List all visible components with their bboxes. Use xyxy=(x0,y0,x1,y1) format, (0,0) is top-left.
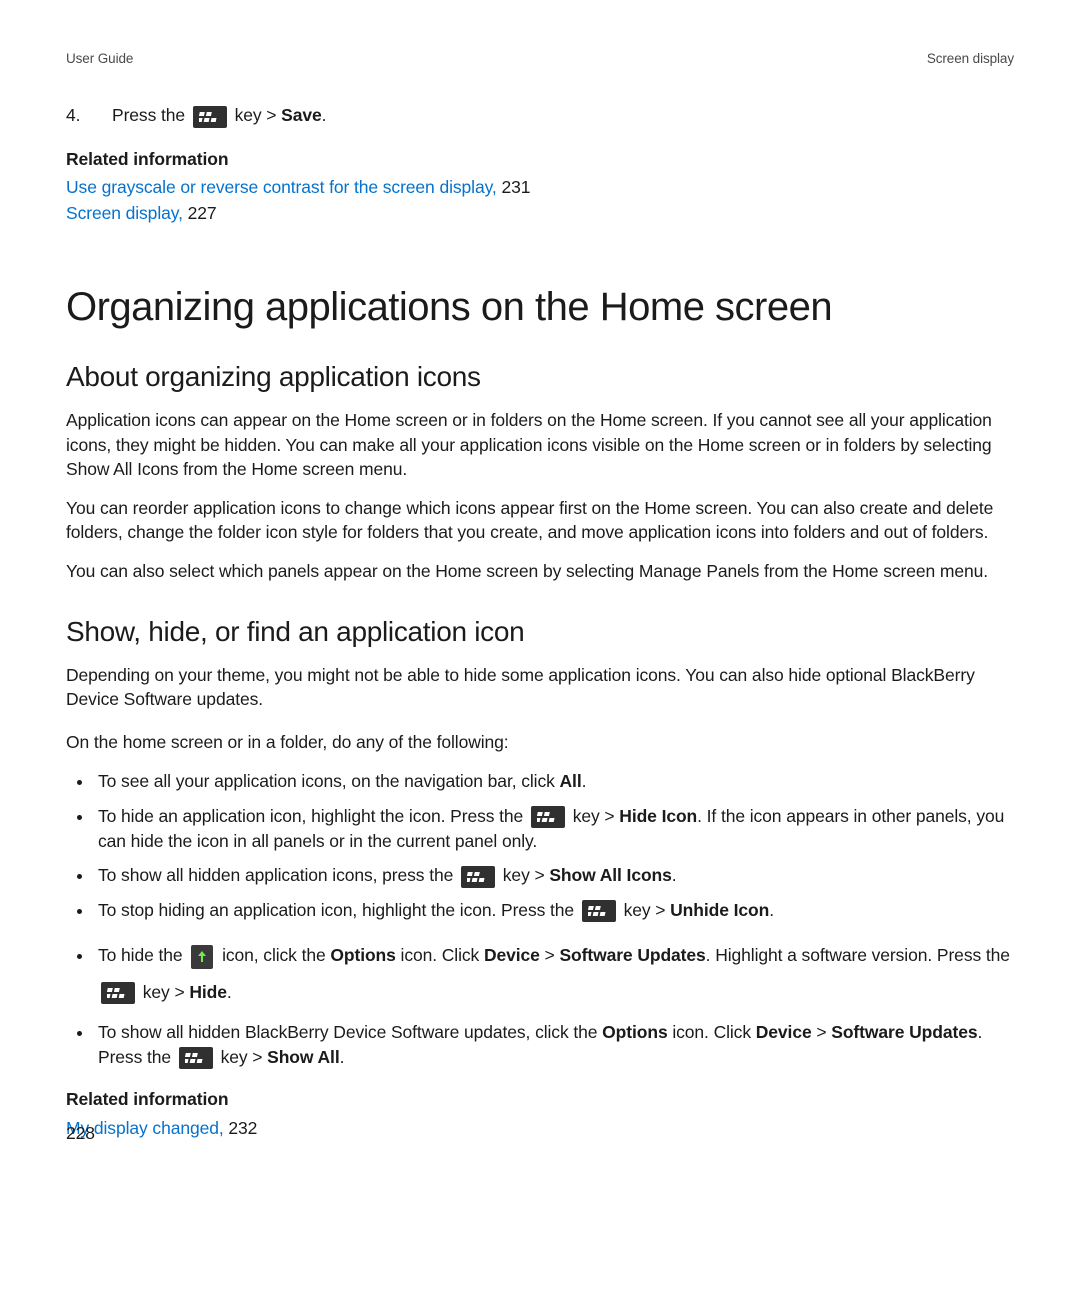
related-link-screen-display[interactable]: Screen display, xyxy=(66,203,183,223)
section-heading-about: About organizing application icons xyxy=(66,358,1014,396)
list-item: To see all your application icons, on th… xyxy=(94,768,1014,794)
list-item: To hide the icon, click the Options icon… xyxy=(94,937,1014,1011)
header-left: User Guide xyxy=(66,50,133,68)
instruction-list: To see all your application icons, on th… xyxy=(66,768,1014,1070)
related-info-list: Use grayscale or reverse contrast for th… xyxy=(66,175,1014,226)
running-header: User Guide Screen display xyxy=(66,50,1014,68)
blackberry-menu-key-icon xyxy=(582,900,616,922)
body-text: You can also select which panels appear … xyxy=(66,559,1014,584)
step-number: 4. xyxy=(66,104,106,128)
body-text: On the home screen or in a folder, do an… xyxy=(66,730,1014,755)
page-number: 228 xyxy=(66,1122,95,1146)
header-right: Screen display xyxy=(927,50,1014,68)
page-title: Organizing applications on the Home scre… xyxy=(66,280,1014,334)
blackberry-menu-key-icon xyxy=(179,1047,213,1069)
blackberry-menu-key-icon xyxy=(193,106,227,128)
body-text: Application icons can appear on the Home… xyxy=(66,408,1014,482)
step-line: 4. Press the key > Save. xyxy=(66,104,1014,128)
list-item: To hide an application icon, highlight t… xyxy=(94,803,1014,855)
related-info-heading: Related information xyxy=(66,148,1014,172)
body-text: Depending on your theme, you might not b… xyxy=(66,663,1014,712)
related-info-heading: Related information xyxy=(66,1088,1014,1112)
step-text: Press the key > Save. xyxy=(112,104,326,128)
section-heading-show-hide: Show, hide, or find an application icon xyxy=(66,613,1014,651)
body-text: You can reorder application icons to cha… xyxy=(66,496,1014,545)
related-info-list: My display changed, 232 xyxy=(66,1116,1014,1141)
blackberry-menu-key-icon xyxy=(531,806,565,828)
list-item: To show all hidden BlackBerry Device Sof… xyxy=(94,1019,1014,1071)
software-update-arrow-icon xyxy=(191,945,213,969)
blackberry-menu-key-icon xyxy=(101,982,135,1004)
blackberry-menu-key-icon xyxy=(461,866,495,888)
related-link-grayscale[interactable]: Use grayscale or reverse contrast for th… xyxy=(66,177,497,197)
page: User Guide Screen display 4. Press the k… xyxy=(0,0,1080,1296)
list-item: To stop hiding an application icon, high… xyxy=(94,897,1014,923)
list-item: To show all hidden application icons, pr… xyxy=(94,862,1014,888)
